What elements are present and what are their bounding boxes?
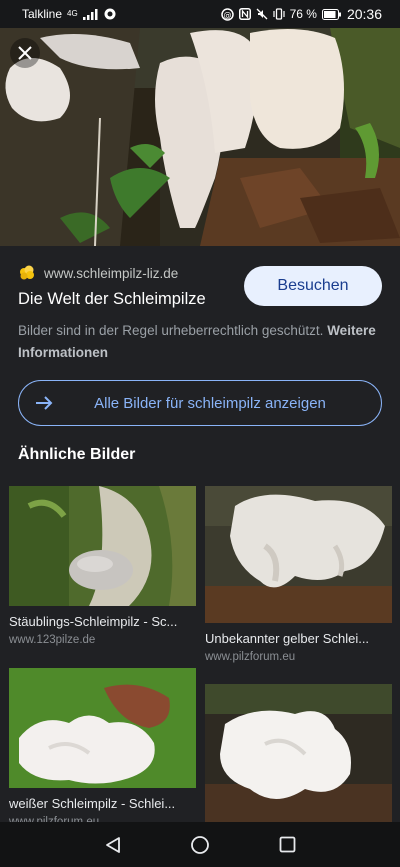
similar-image-source: www.123pilze.de (9, 634, 96, 646)
signal-icon (82, 8, 98, 20)
copyright-notice: Bilder sind in der Regel urheberrechtlic… (18, 320, 386, 364)
source-domain: www.schleimpilz-liz.de (44, 265, 179, 281)
status-bar: Talkline 4G @ 76 % 20:36 (0, 0, 400, 28)
similar-image-card[interactable]: weißer Schleimpilz - Schlei... www.pilzf… (9, 668, 196, 828)
similar-images-heading: Ähnliche Bilder (18, 446, 136, 463)
similar-image-title: Unbekannter gelber Schlei... (205, 631, 370, 646)
copyright-text: Bilder sind in der Regel urheberrechtlic… (18, 323, 324, 338)
source-favicon-icon (20, 265, 34, 280)
home-icon[interactable] (190, 835, 210, 855)
clock: 20:36 (346, 6, 382, 22)
all-images-label: Alle Bilder für schleimpilz anzeigen (94, 394, 326, 412)
similar-image-thumbnail (9, 668, 196, 788)
system-nav-bar (0, 822, 400, 867)
similar-image-title: Stäublings-Schleimpilz - Sc... (9, 614, 178, 629)
arrow-right-icon (19, 396, 69, 410)
hero-image[interactable] (0, 28, 400, 246)
similar-image-card[interactable] (205, 684, 392, 835)
all-images-button[interactable]: Alle Bilder für schleimpilz anzeigen (18, 380, 382, 426)
vibrate-icon (272, 8, 285, 20)
battery-percent: 76 % (289, 7, 317, 21)
similar-image-thumbnail (205, 684, 392, 822)
carrier-label: Talkline (22, 7, 63, 21)
similar-image-title: weißer Schleimpilz - Schlei... (9, 796, 176, 811)
similar-image-thumbnail (9, 486, 196, 606)
similar-image-card[interactable]: Stäublings-Schleimpilz - Sc... www.123pi… (9, 486, 196, 646)
slime-mold-photo (0, 28, 400, 246)
page-title[interactable]: Die Welt der Schleimpilze (18, 290, 206, 309)
mute-icon (256, 8, 268, 20)
battery-icon (321, 8, 341, 20)
close-icon (18, 46, 32, 60)
similar-image-source: www.pilzforum.eu (205, 651, 296, 663)
close-button[interactable] (10, 38, 40, 68)
similar-image-thumbnail (205, 486, 392, 623)
n-mark-icon (238, 8, 251, 20)
source-link[interactable]: www.schleimpilz-liz.de (18, 264, 178, 282)
visit-button[interactable]: Besuchen (244, 266, 382, 306)
app-notification-icon (104, 8, 116, 20)
back-icon[interactable] (104, 836, 122, 854)
network-label: 4G (67, 9, 78, 18)
svg-text:@: @ (223, 10, 231, 19)
nfc-icon: @ (220, 7, 234, 21)
recents-icon[interactable] (279, 836, 296, 853)
similar-image-card[interactable]: Unbekannter gelber Schlei... www.pilzfor… (205, 486, 392, 663)
